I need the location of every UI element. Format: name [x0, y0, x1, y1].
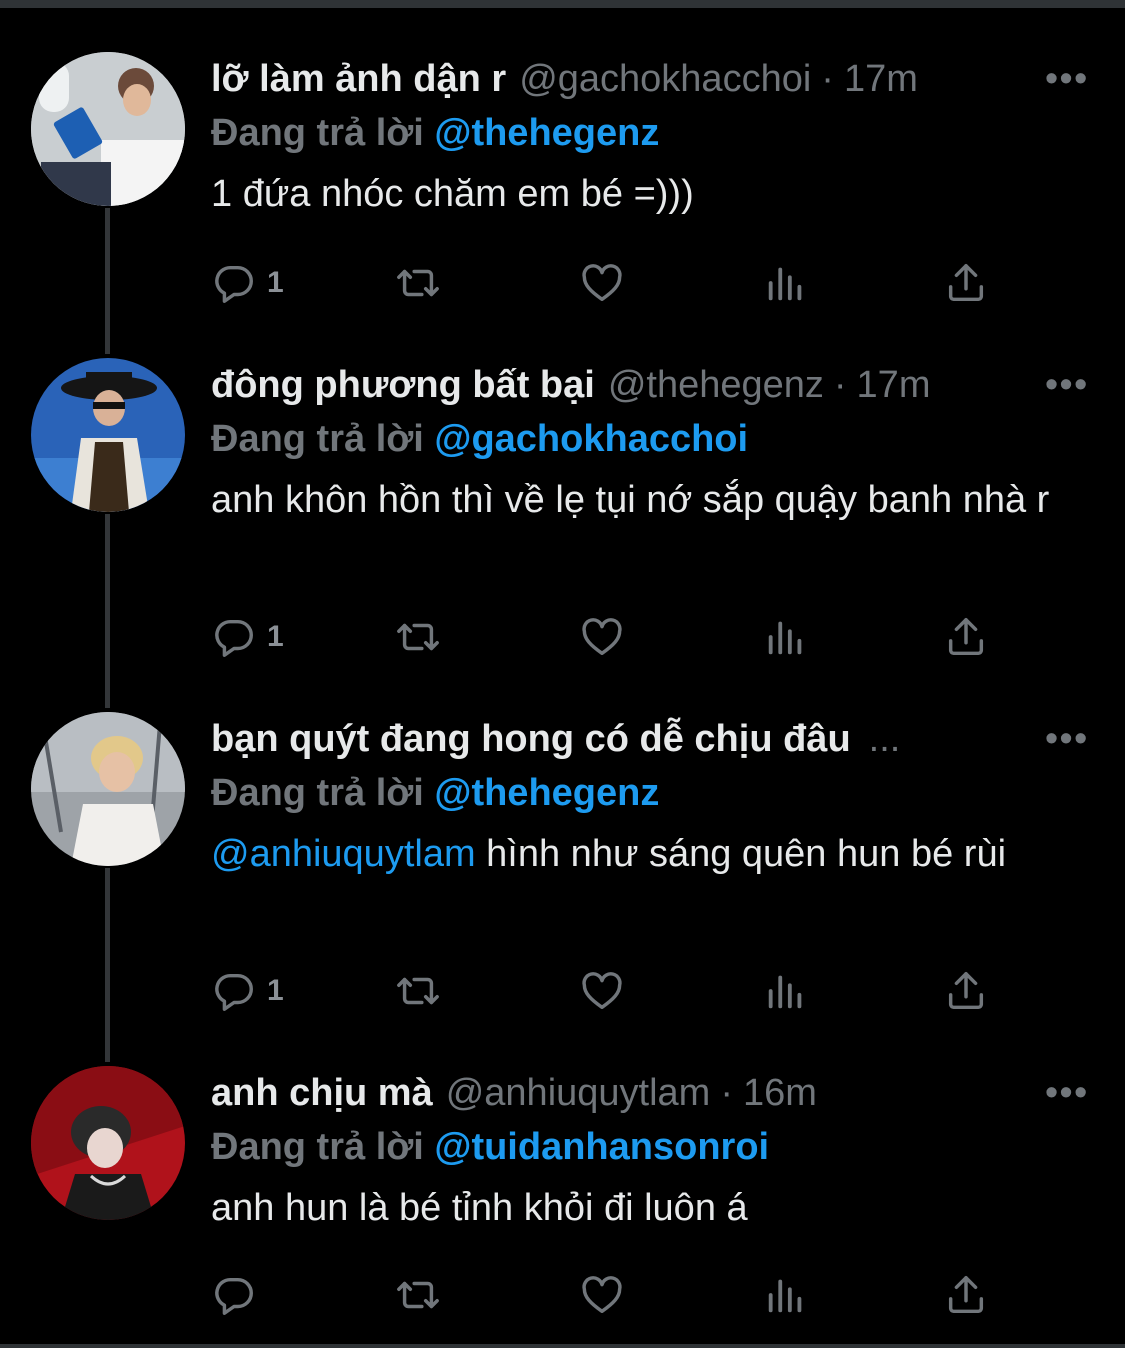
more-options-icon[interactable]: ••• [1045, 1074, 1089, 1110]
like-icon [579, 968, 625, 1014]
like-button[interactable] [579, 612, 625, 662]
share-icon [943, 968, 989, 1014]
replying-to: Đang trả lời @tuidanhansonroi [211, 1124, 1095, 1170]
views-button[interactable] [763, 258, 809, 308]
share-button[interactable] [943, 612, 989, 662]
avatar[interactable] [31, 1066, 185, 1220]
reply-icon [211, 968, 257, 1014]
more-options-icon[interactable]: ••• [1045, 366, 1089, 402]
share-icon [943, 260, 989, 306]
like-icon [579, 260, 625, 306]
tweet-text: 1 đứa nhóc chăm em bé =))) [211, 173, 694, 215]
like-icon [579, 1272, 625, 1318]
display-name[interactable]: bạn quýt đang hong có dễ chịu đâu [211, 716, 851, 762]
avatar[interactable] [31, 52, 185, 206]
retweet-icon [395, 1272, 441, 1318]
separator-dot: · [720, 1072, 733, 1114]
replying-to-label: Đang trả lời [211, 1126, 424, 1168]
retweet-button[interactable] [395, 966, 441, 1016]
tweet-text-body: hình như sáng quên hun bé rùi [475, 833, 1007, 875]
replying-to-label: Đang trả lời [211, 418, 424, 460]
reply-icon [211, 1272, 257, 1318]
views-icon [763, 614, 809, 660]
like-button[interactable] [579, 966, 625, 1016]
tweet-header: anh chịu mà @anhiuquytlam · 16m [211, 1070, 1095, 1116]
retweet-icon [395, 260, 441, 306]
reply-count: 1 [267, 974, 284, 1007]
timestamp[interactable]: 17m [844, 56, 918, 102]
tweet-header: lỡ làm ảnh dận r @gachokhacchoi · 17m [211, 56, 1095, 102]
replying-to: Đang trả lời @gachokhacchoi [211, 416, 1095, 462]
replying-to-mention[interactable]: @thehegenz [434, 112, 659, 154]
username-handle[interactable]: @thehegenz [608, 362, 824, 408]
views-button[interactable] [763, 966, 809, 1016]
username-handle[interactable]: @anhiuquytlam [446, 1070, 711, 1116]
tweet-text: anh hun là bé tỉnh khỏi đi luôn á [211, 1187, 748, 1229]
thread-connector [105, 208, 110, 354]
retweet-button[interactable] [395, 1270, 441, 1320]
replying-to: Đang trả lời @thehegenz [211, 770, 1095, 816]
reply-button[interactable]: 1 [211, 612, 284, 662]
share-button[interactable] [943, 966, 989, 1016]
reply-icon [211, 260, 257, 306]
reply-button[interactable]: 1 [211, 966, 284, 1016]
replying-to-label: Đang trả lời [211, 112, 424, 154]
separator-dot: · [833, 364, 847, 406]
reply-count: 1 [267, 266, 284, 299]
separator-dot: · [821, 58, 834, 100]
text-mention[interactable]: @anhiuquytlam [211, 833, 476, 875]
timestamp[interactable]: 17m [857, 362, 931, 408]
replying-to: Đang trả lời @thehegenz [211, 110, 1095, 156]
replying-to-label: Đang trả lời [211, 772, 424, 814]
timestamp[interactable]: 16m [743, 1070, 817, 1116]
share-button[interactable] [943, 258, 989, 308]
views-icon [763, 260, 809, 306]
views-button[interactable] [763, 1270, 809, 1320]
avatar[interactable] [31, 712, 185, 866]
retweet-icon [395, 968, 441, 1014]
thread-connector [105, 868, 110, 1062]
name-truncation: ... [868, 718, 901, 760]
more-options-icon[interactable]: ••• [1045, 60, 1089, 96]
reply-icon [211, 614, 257, 660]
views-icon [763, 968, 809, 1014]
display-name[interactable]: anh chịu mà [211, 1070, 433, 1116]
replying-to-mention[interactable]: @thehegenz [434, 772, 659, 814]
display-name[interactable]: lỡ làm ảnh dận r [211, 56, 506, 102]
retweet-button[interactable] [395, 258, 441, 308]
avatar[interactable] [31, 358, 185, 512]
replying-to-mention[interactable]: @gachokhacchoi [434, 418, 748, 460]
views-button[interactable] [763, 612, 809, 662]
tweet-header: đông phương bất bại @thehegenz · 17m [211, 362, 1095, 408]
share-button[interactable] [943, 1270, 989, 1320]
replying-to-mention[interactable]: @tuidanhansonroi [434, 1126, 769, 1168]
share-icon [943, 1272, 989, 1318]
tweet-text: @anhiuquytlam hình như sáng quên hun bé … [211, 830, 1095, 878]
more-options-icon[interactable]: ••• [1045, 720, 1089, 756]
retweet-icon [395, 614, 441, 660]
top-border [0, 0, 1125, 8]
like-button[interactable] [579, 1270, 625, 1320]
like-icon [579, 614, 625, 660]
reply-button[interactable] [211, 1270, 257, 1320]
share-icon [943, 614, 989, 660]
display-name[interactable]: đông phương bất bại [211, 362, 595, 408]
thread-connector [105, 514, 110, 708]
retweet-button[interactable] [395, 612, 441, 662]
bottom-border [0, 1344, 1125, 1348]
tweet-header: bạn quýt đang hong có dễ chịu đâu ... [211, 716, 1095, 762]
reply-button[interactable]: 1 [211, 258, 284, 308]
views-icon [763, 1272, 809, 1318]
reply-count: 1 [267, 620, 284, 653]
username-handle[interactable]: @gachokhacchoi [519, 56, 811, 102]
like-button[interactable] [579, 258, 625, 308]
tweet-text: anh khôn hồn thì về lẹ tụi nớ sắp quậy b… [211, 479, 1050, 521]
